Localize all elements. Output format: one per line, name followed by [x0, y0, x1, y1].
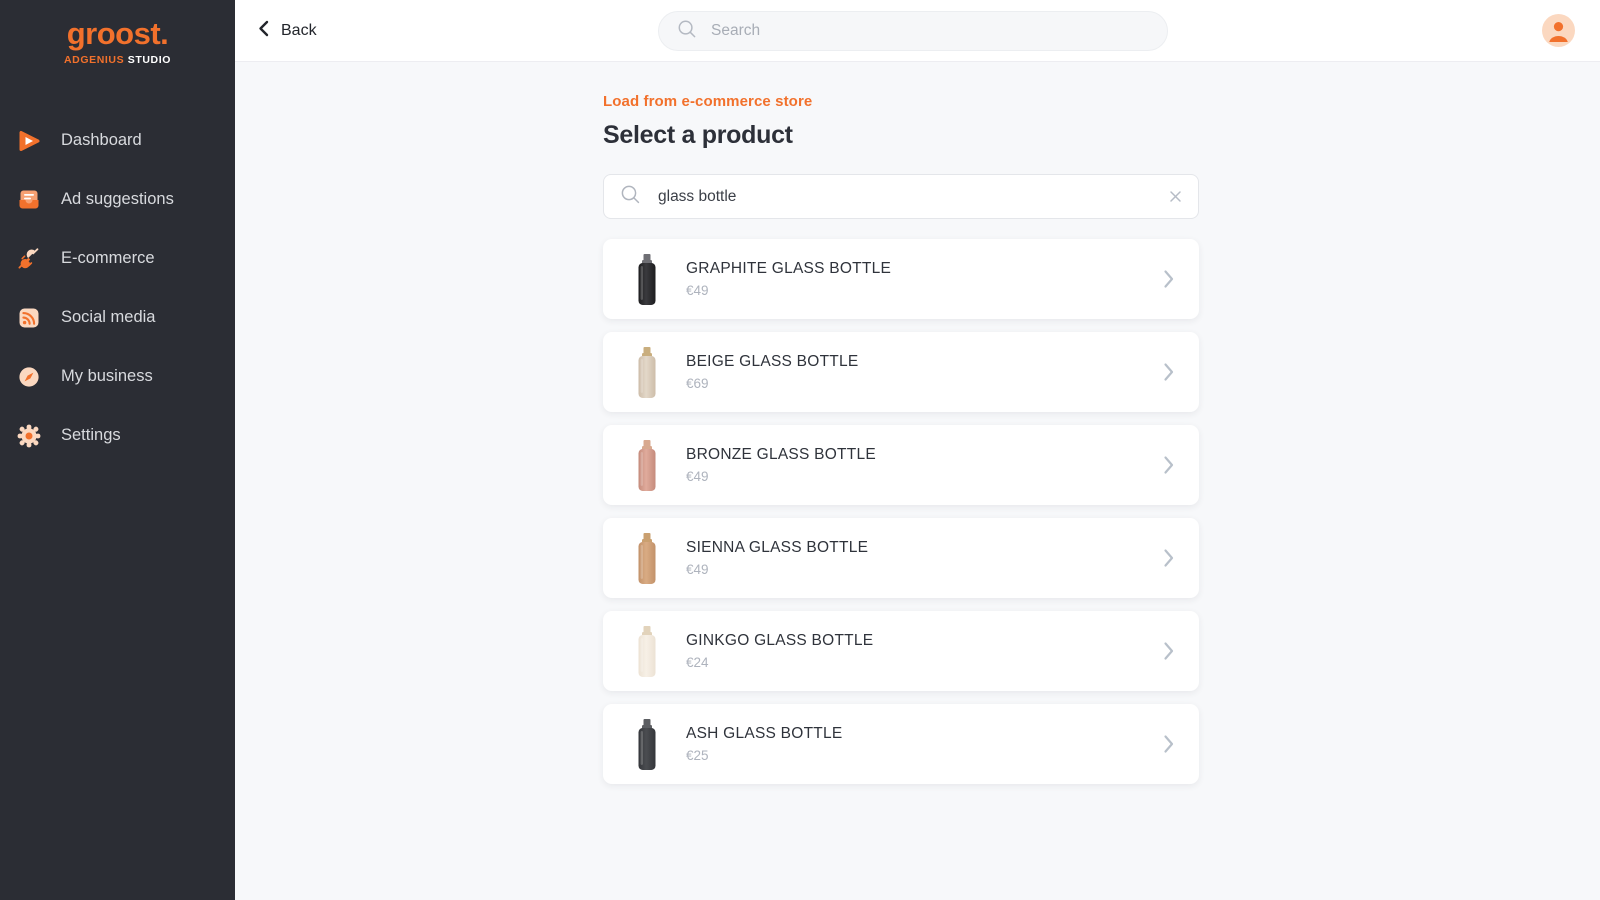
global-search-field[interactable]: Search — [658, 11, 1168, 51]
product-row[interactable]: GINKGO GLASS BOTTLE €24 — [603, 611, 1199, 691]
sidebar-nav: Dashboard Ad suggestions E-commerce Soci… — [0, 111, 235, 465]
product-row[interactable]: BEIGE GLASS BOTTLE €69 — [603, 332, 1199, 412]
plug-icon — [14, 244, 44, 274]
product-row[interactable]: ASH GLASS BOTTLE €25 — [603, 704, 1199, 784]
search-icon — [620, 184, 641, 210]
product-search-field[interactable]: glass bottle — [603, 174, 1199, 219]
inbox-icon — [14, 185, 44, 215]
avatar[interactable] — [1542, 14, 1575, 47]
product-name: SIENNA GLASS BOTTLE — [686, 539, 869, 556]
chevron-left-icon — [257, 20, 270, 42]
search-input[interactable]: glass bottle — [658, 188, 1169, 206]
product-price: €24 — [686, 655, 709, 670]
rss-icon — [14, 303, 44, 333]
product-price: €49 — [686, 469, 709, 484]
sidebar-item-settings[interactable]: Settings — [0, 406, 235, 465]
product-info: GRAPHITE GLASS BOTTLE €49 — [686, 260, 1162, 298]
chevron-right-icon[interactable] — [1162, 455, 1181, 475]
app-root: groost. ADGENIUS STUDIO Dashboard Ad sug… — [0, 0, 1600, 900]
sidebar-item-dashboard[interactable]: Dashboard — [0, 111, 235, 170]
sidebar-item-ad-suggestions[interactable]: Ad suggestions — [0, 170, 235, 229]
brand-logo[interactable]: groost. ADGENIUS STUDIO — [0, 0, 235, 66]
chevron-right-icon[interactable] — [1162, 641, 1181, 661]
sidebar-item-label: Ad suggestions — [61, 190, 174, 208]
compass-icon — [14, 362, 44, 392]
panel-eyebrow: Load from e-commerce store — [603, 93, 813, 110]
product-thumbnail — [625, 622, 669, 680]
search-icon — [677, 19, 697, 44]
gear-icon — [14, 421, 44, 451]
logo-tagline-adgenius: ADGENIUS — [63, 54, 125, 66]
product-price: €49 — [686, 562, 709, 577]
product-thumbnail — [625, 250, 669, 308]
chevron-right-icon[interactable] — [1162, 362, 1181, 382]
sidebar-item-label: Settings — [61, 426, 121, 444]
back-button[interactable]: Back — [257, 20, 317, 42]
product-info: ASH GLASS BOTTLE €25 — [686, 725, 1162, 763]
sidebar: groost. ADGENIUS STUDIO Dashboard Ad sug… — [0, 0, 235, 900]
sidebar-item-label: Social media — [61, 308, 156, 326]
global-search-placeholder: Search — [711, 22, 761, 39]
product-price: €49 — [686, 283, 709, 298]
chevron-right-icon[interactable] — [1162, 548, 1181, 568]
close-icon[interactable] — [1169, 190, 1182, 203]
sidebar-item-label: My business — [61, 367, 153, 385]
product-list: GRAPHITE GLASS BOTTLE €49 BEIGE GLASS BOTT… — [603, 239, 1199, 784]
product-price: €25 — [686, 748, 709, 763]
product-name: ASH GLASS BOTTLE — [686, 725, 843, 742]
sidebar-item-label: E-commerce — [61, 249, 155, 267]
sidebar-item-my-business[interactable]: My business — [0, 347, 235, 406]
logo-tagline: ADGENIUS STUDIO — [64, 54, 171, 66]
back-label: Back — [281, 21, 317, 39]
chevron-right-icon[interactable] — [1162, 269, 1181, 289]
product-name: BEIGE GLASS BOTTLE — [686, 353, 859, 370]
product-thumbnail — [625, 715, 669, 773]
product-name: BRONZE GLASS BOTTLE — [686, 446, 876, 463]
product-row[interactable]: SIENNA GLASS BOTTLE €49 — [603, 518, 1199, 598]
product-name: GRAPHITE GLASS BOTTLE — [686, 260, 892, 277]
page-title: Select a product — [603, 121, 793, 149]
product-row[interactable]: BRONZE GLASS BOTTLE €49 — [603, 425, 1199, 505]
sidebar-item-social-media[interactable]: Social media — [0, 288, 235, 347]
sidebar-item-e-commerce[interactable]: E-commerce — [0, 229, 235, 288]
top-bar: Back Search — [235, 0, 1600, 62]
main-area: Back Search Load from e-commerce store S… — [235, 0, 1600, 900]
sidebar-item-label: Dashboard — [61, 131, 142, 149]
product-thumbnail — [625, 436, 669, 494]
logo-tagline-studio: STUDIO — [124, 54, 172, 66]
product-info: SIENNA GLASS BOTTLE €49 — [686, 539, 1162, 577]
play-icon — [14, 126, 44, 156]
select-product-panel: Load from e-commerce store Select a prod… — [603, 93, 1199, 784]
content-area: Load from e-commerce store Select a prod… — [235, 62, 1600, 900]
product-thumbnail — [625, 529, 669, 587]
chevron-right-icon[interactable] — [1162, 734, 1181, 754]
product-row[interactable]: GRAPHITE GLASS BOTTLE €49 — [603, 239, 1199, 319]
product-info: BRONZE GLASS BOTTLE €49 — [686, 446, 1162, 484]
product-price: €69 — [686, 376, 709, 391]
user-avatar-icon — [1549, 22, 1568, 42]
product-thumbnail — [625, 343, 669, 401]
product-info: GINKGO GLASS BOTTLE €24 — [686, 632, 1162, 670]
logo-wordmark: groost. — [66, 16, 169, 51]
product-info: BEIGE GLASS BOTTLE €69 — [686, 353, 1162, 391]
product-name: GINKGO GLASS BOTTLE — [686, 632, 874, 649]
